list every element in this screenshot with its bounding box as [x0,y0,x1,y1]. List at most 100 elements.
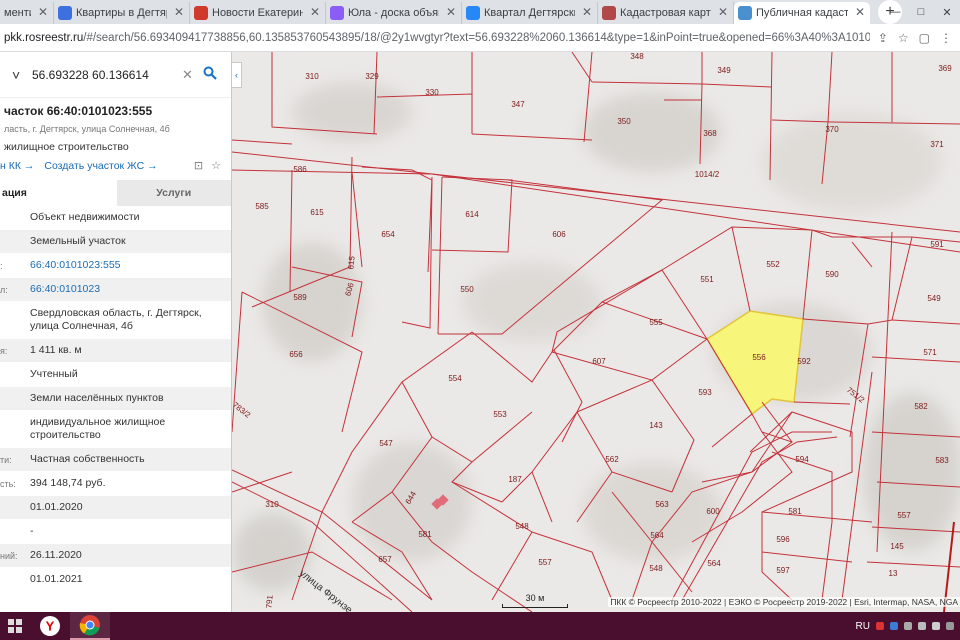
attribute-value[interactable]: 66:40:0101023:555 [30,254,231,277]
parcel-number-label: 348 [630,52,644,61]
notifications-icon[interactable] [946,622,954,630]
address-bar[interactable]: pkk.rosreestr.ru/#/search/56.69340941773… [0,24,960,52]
parcel-number-label: 554 [448,374,462,383]
attribute-table: Объект недвижимости Земельный участок: 66:… [0,206,231,592]
browser-tab[interactable]: Квартал Дегтярский ✕ [462,2,598,24]
system-tray: RU [856,621,960,632]
browser-window: ментирс✕Квартиры в Дегтярске✕Новости Ека… [0,0,960,640]
volume-icon[interactable] [918,622,926,630]
parcel-number-label: 370 [825,125,839,134]
attribute-label: : [0,260,3,271]
tab-services[interactable]: Услуги [116,180,231,206]
battery-icon[interactable] [932,622,940,630]
tab-favicon-icon [58,6,72,20]
info-panel: ˅ ✕ часток 66:40:0101023:555 ласть, г. Д… [0,52,232,612]
parcel-number-label: 553 [493,410,507,419]
bookmark-star-icon[interactable]: ☆ [898,31,909,45]
start-button[interactable] [0,612,30,640]
parcel-number-label: 614 [465,210,479,219]
browser-tab[interactable]: Новости Екатеринбурга ✕ [190,2,326,24]
tab-title: ментирс [4,7,31,19]
yandex-browser-icon[interactable]: Y [30,612,70,640]
parcel-address-short: ласть, г. Дегтярск, улица Солнечная, 4б [4,124,170,134]
favorite-star-icon[interactable]: ☆ [211,159,221,172]
parcel-number-label: 607 [592,357,606,366]
parcel-number-label: 590 [825,270,839,279]
parcel-number-label: 597 [776,566,790,575]
attribute-value: 26.11.2020 [30,549,82,561]
tab-close-icon[interactable]: ✕ [174,5,184,19]
parcel-number-label: 557 [538,558,552,567]
tab-title: Публичная кадастровая [756,7,848,19]
clear-icon[interactable]: ✕ [182,67,193,83]
attribute-value[interactable]: 66:40:0101023 [30,278,231,301]
attribute-row: сть: 394 148,74 руб. [0,472,231,496]
attribute-value: 1 411 кв. м [30,344,82,356]
parcel-number-label: 563 [655,500,669,509]
dropdown-caret-icon[interactable]: ˅ [12,67,28,83]
tab-close-icon[interactable]: ✕ [582,5,592,19]
language-indicator[interactable]: RU [856,621,870,632]
attribute-row: 01.01.2021 [0,568,231,592]
parcel-number-label: 547 [379,439,393,448]
attribute-value: 01.01.2020 [30,501,83,513]
attribute-row: Свердловская область, г. Дегтярск, улица… [0,302,231,339]
parcel-number-label: 594 [795,455,809,464]
bluetooth-icon[interactable] [890,622,898,630]
minimize-icon[interactable]: — [882,0,908,24]
parcel-number-label: 583 [935,456,949,465]
parcel-number-label: 600 [706,507,720,516]
tab-close-icon[interactable]: ✕ [38,5,48,19]
antivirus-icon[interactable] [876,622,884,630]
cadastral-map[interactable]: 310 329 330 347 348 349 350 368 369 370 371 1014/2 5… [232,52,960,612]
parcel-number-label: 549 [927,294,941,303]
attribute-row: л: 66:40:0101023 [0,278,231,302]
attribute-row: - [0,520,231,544]
zoom-to-icon[interactable]: ⊡ [194,159,203,172]
tab-title: Квартал Дегтярский [484,7,575,19]
kk-link[interactable]: н КК → [0,160,34,172]
collapse-panel-button[interactable]: ‹ [232,62,242,88]
tab-information[interactable]: ация [0,180,117,206]
search-input[interactable] [32,67,182,82]
parcel-number-label: 145 [890,542,904,551]
tab-close-icon[interactable]: ✕ [446,5,456,19]
parcel-layer[interactable]: 310 329 330 347 348 349 350 368 369 370 371 1014/2 5… [232,52,960,612]
attribute-value: индивидуальное жилищное строительство [30,416,166,441]
maximize-icon[interactable]: □ [908,0,934,24]
tab-close-icon[interactable]: ✕ [310,5,320,19]
tab-close-icon[interactable]: ✕ [855,5,865,19]
parcel-number-label: 551 [700,275,714,284]
parcel-number-label: 347 [511,100,525,109]
tab-close-icon[interactable]: ✕ [718,5,728,19]
url-field[interactable]: pkk.rosreestr.ru/#/search/56.69340941773… [4,27,870,49]
close-window-icon[interactable]: ✕ [934,0,960,24]
extensions-icon[interactable]: ▢ [919,31,930,45]
parcel-number-label: 548 [649,564,663,573]
parcel-number-label: 592 [797,357,811,366]
browser-tab[interactable]: Квартиры в Дегтярске ✕ [54,2,190,24]
parcel-number-label: 783/2 [232,400,253,420]
attribute-label: я: [0,345,8,356]
parcel-number-label: 656 [289,350,303,359]
browser-tab[interactable]: Кадастровая карта | Сер ✕ [598,2,734,24]
share-icon[interactable]: ⇪ [878,31,888,45]
parcel-number-label: 593 [698,388,712,397]
street-name: улица Фрунзе [297,568,354,612]
browser-tab[interactable]: ментирс ✕ [0,2,54,24]
create-zhs-link[interactable]: Создать участок ЖС → [44,160,157,172]
parcel-number-label: 310 [265,500,279,509]
network-icon[interactable] [904,622,912,630]
attribute-row: индивидуальное жилищное строительство [0,411,231,448]
search-icon[interactable] [203,66,217,83]
menu-dots-icon[interactable]: ⋮ [940,31,952,45]
parcel-number-label: 596 [776,535,790,544]
chrome-icon[interactable] [70,612,110,640]
parcel-number-label: 571 [923,348,937,357]
parcel-number-label: 582 [914,402,928,411]
parcel-number-label: 548 [515,522,529,531]
browser-tab[interactable]: Публичная кадастровая ✕ [734,2,870,24]
attribute-value: 01.01.2021 [30,573,83,585]
parcel-number-label: 589 [293,293,307,302]
browser-tab[interactable]: Юла - доска объявлени ✕ [326,2,462,24]
